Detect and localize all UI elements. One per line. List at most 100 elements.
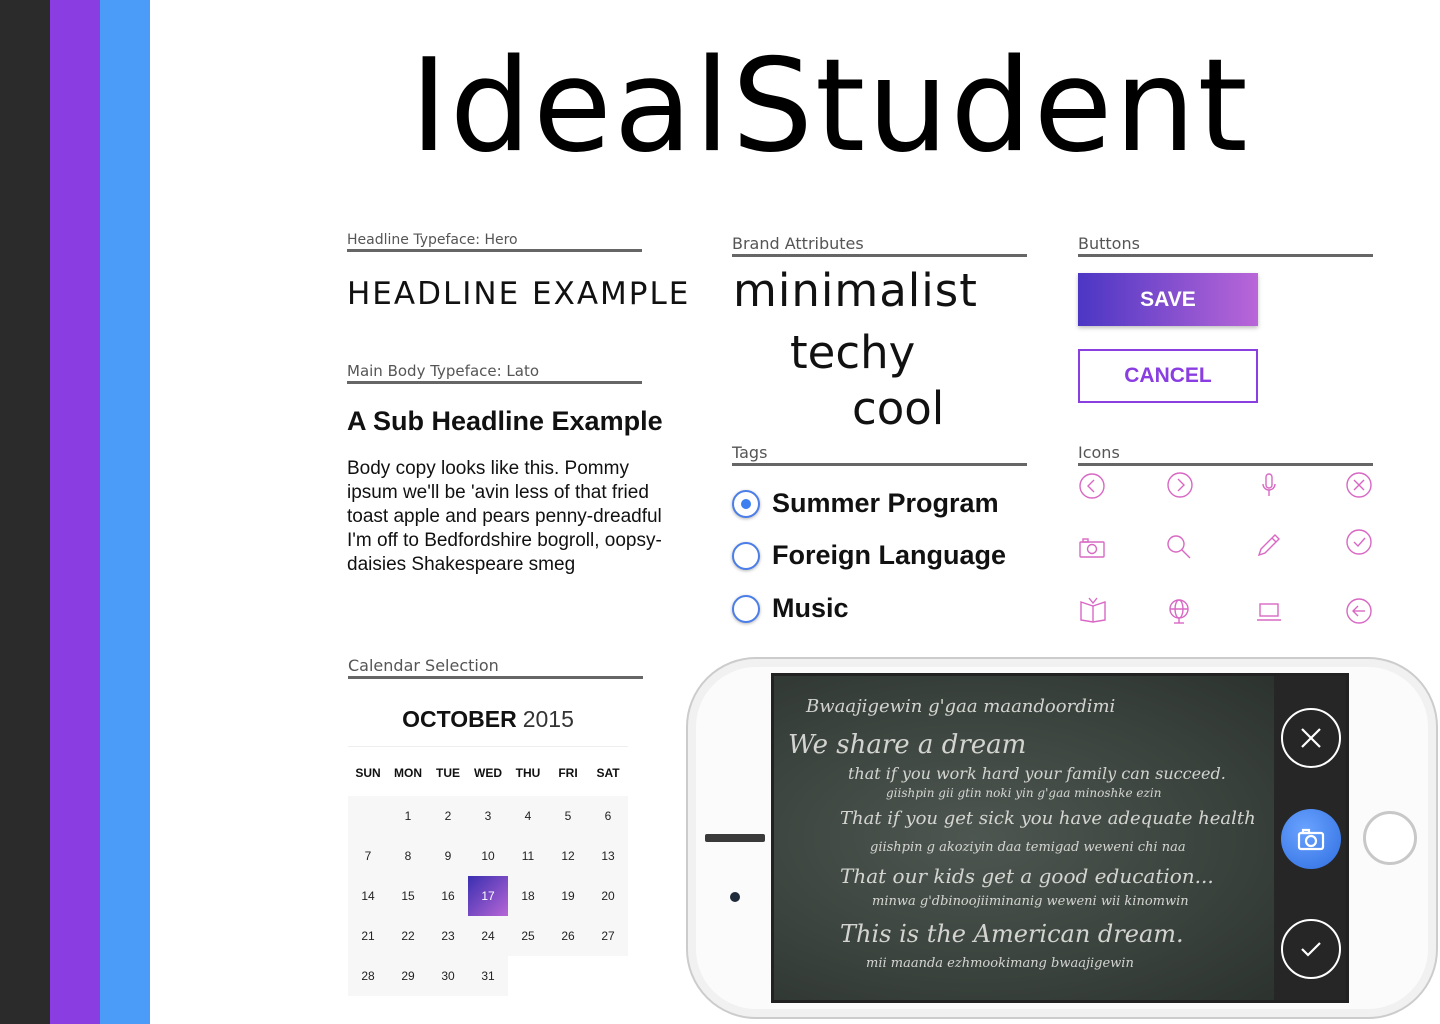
tags-label: Tags (732, 443, 1027, 466)
pencil-icon[interactable] (1254, 530, 1284, 560)
calendar-day[interactable]: 6 (588, 796, 628, 836)
arrow-left-circle-icon[interactable] (1344, 596, 1374, 626)
headline-typeface-label: Headline Typeface: Hero (347, 232, 642, 252)
calendar-header: OCTOBER 2015 (348, 706, 628, 733)
radio-button[interactable] (732, 594, 760, 623)
chalk-text-line: We share a dream (788, 730, 1027, 760)
calendar-day[interactable]: 11 (508, 836, 548, 876)
calendar-day[interactable]: 10 (468, 836, 508, 876)
phone-speaker (705, 834, 765, 842)
check-icon (1301, 942, 1321, 957)
camera-confirm-button[interactable] (1281, 919, 1341, 979)
phone-home-button[interactable] (1363, 811, 1417, 865)
body-typeface-label: Main Body Typeface: Lato (347, 362, 642, 384)
calendar-day[interactable]: 4 (508, 796, 548, 836)
chalk-text-line: Bwaajigewin g'gaa maandoordimi (806, 696, 1116, 717)
calendar-year: 2015 (522, 706, 574, 732)
tag-label: Foreign Language (772, 540, 1007, 570)
camera-close-button[interactable] (1281, 708, 1341, 768)
camera-shutter-button[interactable] (1281, 809, 1341, 869)
tag-radio-music[interactable]: Music (732, 593, 849, 624)
sub-headline-example: A Sub Headline Example (347, 406, 663, 436)
body-copy-example: Body copy looks like this. Pommy ipsum w… (347, 458, 662, 575)
calendar-weekday-row: SUN MON TUE WED THU FRI SAT (348, 766, 628, 780)
calendar-day[interactable]: 8 (388, 836, 428, 876)
chalk-text-line: mii maanda ezhmookimang bwaajigewin (866, 956, 1134, 971)
calendar-weekday: SAT (596, 766, 620, 780)
phone-front-camera (730, 892, 740, 902)
calendar-day[interactable]: 19 (548, 876, 588, 916)
radio-button-checked[interactable] (732, 489, 760, 518)
laptop-icon[interactable] (1254, 596, 1284, 626)
chalk-text-line: giishpin g akoziyin daa temigad weweni c… (870, 840, 1186, 855)
calendar-day[interactable]: 3 (468, 796, 508, 836)
calendar-day[interactable]: 26 (548, 916, 588, 956)
calendar-weekday: MON (394, 766, 422, 780)
tag-label: Summer Program (772, 488, 999, 518)
chalk-text-line: giishpin gii gtin noki yin g'gaa minoshk… (886, 786, 1162, 800)
open-book-icon[interactable] (1078, 594, 1108, 624)
calendar-day[interactable]: 31 (468, 956, 508, 996)
tag-label: Music (772, 593, 849, 623)
calendar-weekday: WED (474, 766, 502, 780)
calendar-day[interactable]: 2 (428, 796, 468, 836)
calendar-empty-cell (548, 956, 588, 996)
calendar-day[interactable]: 7 (348, 836, 388, 876)
calendar-day[interactable]: 14 (348, 876, 388, 916)
brand-attribute-minimalist: minimalist (733, 264, 978, 317)
calendar-weekday: TUE (436, 766, 460, 780)
save-button[interactable]: SAVE (1078, 273, 1258, 326)
calendar-day[interactable]: 18 (508, 876, 548, 916)
chalkboard-photo: Bwaajigewin g'gaa maandoordimi We share … (774, 676, 1274, 1000)
close-circle-icon[interactable] (1344, 470, 1374, 500)
chevron-right-circle-icon[interactable] (1165, 470, 1195, 500)
cancel-button[interactable]: CANCEL (1078, 349, 1258, 403)
calendar-day[interactable]: 21 (348, 916, 388, 956)
calendar-day[interactable]: 16 (428, 876, 468, 916)
calendar-day[interactable]: 24 (468, 916, 508, 956)
calendar-weekday: THU (515, 766, 541, 780)
calendar-day[interactable]: 12 (548, 836, 588, 876)
phone-screen: Bwaajigewin g'gaa maandoordimi We share … (771, 673, 1349, 1003)
brand-stripe-charcoal (0, 0, 50, 1024)
calendar-day-selected[interactable]: 17 (468, 876, 508, 916)
chevron-left-circle-icon[interactable] (1077, 471, 1107, 501)
globe-icon[interactable] (1164, 596, 1194, 626)
microphone-icon[interactable] (1254, 470, 1284, 500)
calendar-day[interactable]: 30 (428, 956, 468, 996)
calendar-weekday: SUN (355, 766, 381, 780)
camera-icon (1297, 828, 1325, 851)
tag-radio-summer-program[interactable]: Summer Program (732, 488, 999, 519)
calendar-empty-cell (348, 796, 388, 836)
icons-label: Icons (1078, 443, 1373, 466)
check-circle-icon[interactable] (1344, 527, 1374, 557)
calendar-day[interactable]: 9 (428, 836, 468, 876)
calendar-day[interactable]: 13 (588, 836, 628, 876)
calendar-day[interactable]: 20 (588, 876, 628, 916)
brand-stripe-blue (100, 0, 150, 1024)
chalk-text-line: minwa g'dbinoojiiminanig weweni wii kino… (872, 894, 1189, 909)
calendar-day[interactable]: 5 (548, 796, 588, 836)
calendar-day[interactable]: 27 (588, 916, 628, 956)
calendar-day[interactable]: 23 (428, 916, 468, 956)
calendar-selection-label: Calendar Selection (348, 656, 643, 679)
calendar-empty-cell (588, 956, 628, 996)
search-icon[interactable] (1164, 532, 1194, 562)
calendar-day[interactable]: 25 (508, 916, 548, 956)
brand-attribute-techy: techy (790, 326, 916, 379)
calendar-day[interactable]: 15 (388, 876, 428, 916)
app-logo-title: IdealStudent (410, 32, 1250, 181)
close-icon (1301, 728, 1321, 748)
calendar-empty-cell (508, 956, 548, 996)
calendar-day[interactable]: 29 (388, 956, 428, 996)
calendar-day[interactable]: 1 (388, 796, 428, 836)
calendar-day[interactable]: 22 (388, 916, 428, 956)
calendar-divider (348, 746, 628, 747)
tag-radio-foreign-language[interactable]: Foreign Language (732, 540, 1006, 571)
brand-attributes-label: Brand Attributes (732, 234, 1027, 257)
chalk-text-line: This is the American dream. (840, 920, 1184, 948)
calendar-day[interactable]: 28 (348, 956, 388, 996)
camera-icon[interactable] (1077, 533, 1107, 563)
chalk-text-line: that if you work hard your family can su… (848, 764, 1226, 783)
radio-button[interactable] (732, 541, 760, 570)
